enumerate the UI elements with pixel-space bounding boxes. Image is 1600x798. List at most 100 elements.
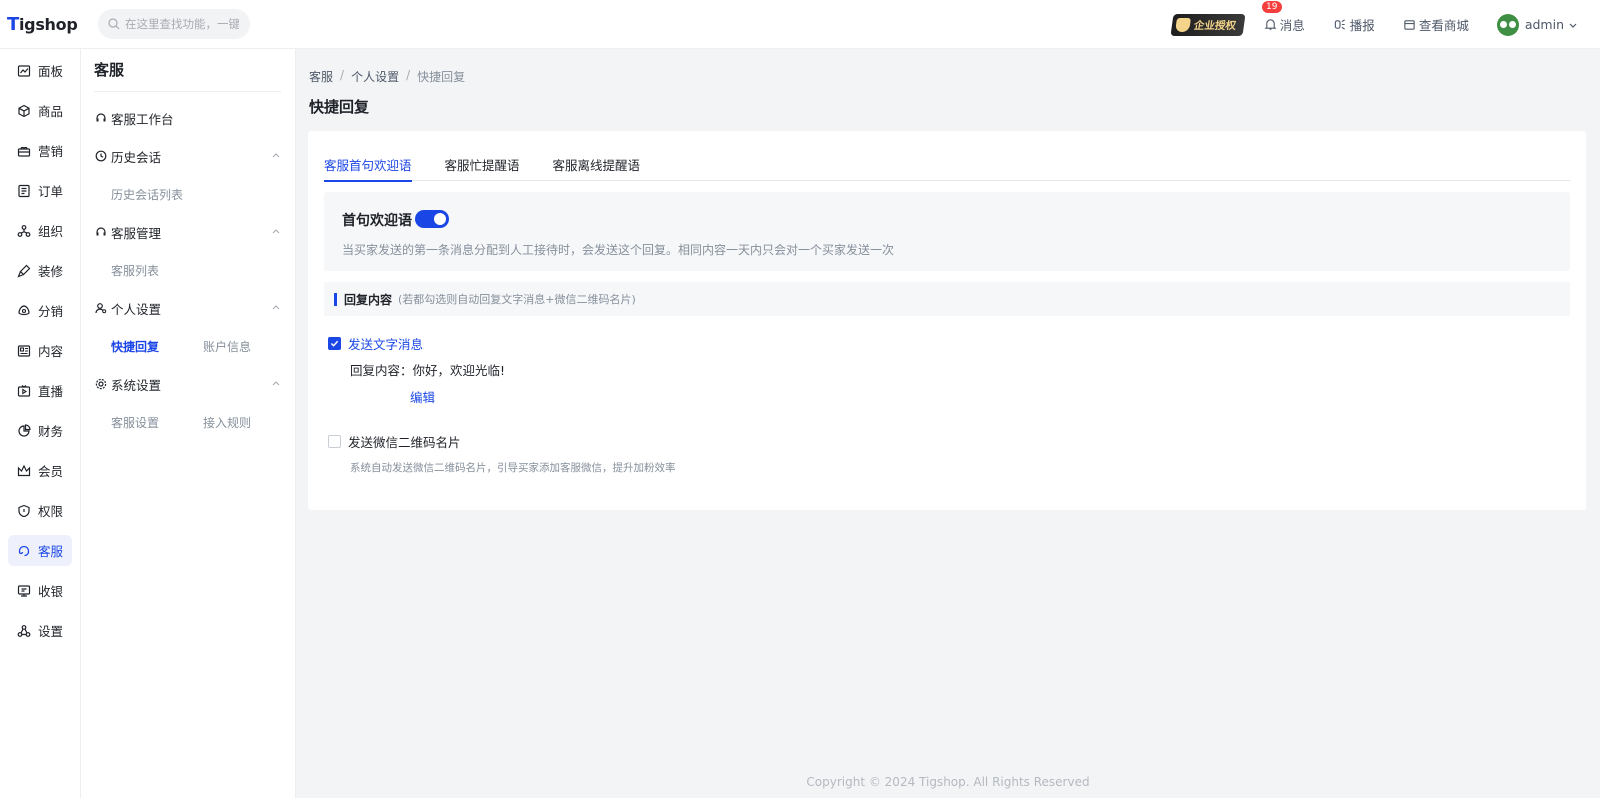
rail-item-4[interactable]: 组织 — [8, 215, 72, 246]
user-menu[interactable]: admin — [1496, 13, 1578, 36]
submenu-history[interactable]: 历史会话 — [81, 137, 295, 175]
clock-icon — [95, 150, 107, 162]
bell-icon — [1264, 19, 1277, 30]
search-box[interactable] — [98, 9, 250, 39]
rail-item-1[interactable]: 商品 — [8, 95, 72, 126]
welcome-toggle[interactable] — [415, 210, 449, 228]
rail-item-8[interactable]: 直播 — [8, 375, 72, 406]
primary-nav: 面板商品营销订单组织装修分销内容直播财务会员权限客服收银设置 — [0, 49, 81, 798]
edit-reply-link[interactable]: 编辑 — [410, 387, 435, 406]
submenu-title: 客服 — [94, 59, 281, 92]
rail-item-label: 商品 — [38, 104, 64, 119]
submenu-agent-list[interactable]: 客服列表 — [111, 262, 203, 279]
broadcast-icon — [1334, 19, 1345, 30]
headset-icon — [96, 227, 106, 236]
rail-item-label: 财务 — [38, 424, 64, 439]
search-icon — [108, 18, 120, 30]
breadcrumb-item-current: 快捷回复 — [417, 70, 466, 84]
copyright: Copyright © 2024 Tigshop. All Rights Res… — [806, 775, 1090, 789]
rail-item-9[interactable]: 财务 — [8, 415, 72, 446]
send-wechat-label: 发送微信二维码名片 — [348, 435, 461, 450]
reply-content-value: 你好，欢迎光临! — [412, 363, 506, 378]
main-content: 客服 / 个人设置 / 快捷回复 快捷回复 客服首句欢迎语 客服忙提醒语 客服离… — [296, 49, 1600, 798]
settings-icon — [17, 624, 31, 637]
submenu-personal[interactable]: 个人设置 — [81, 289, 295, 327]
submenu-workbench-label: 客服工作台 — [111, 111, 174, 127]
messages-label: 消息 — [1279, 18, 1305, 33]
reply-content-label: 回复内容： — [350, 363, 413, 378]
broadcast-label: 播报 — [1349, 18, 1375, 33]
submenu-history-label: 历史会话 — [111, 149, 162, 165]
auth-badge-label: 企业授权 — [1192, 19, 1237, 31]
rail-item-12[interactable]: 客服 — [8, 535, 72, 566]
rail-item-3[interactable]: 订单 — [8, 175, 72, 206]
submenu-personal-label: 个人设置 — [111, 301, 162, 317]
submenu-system[interactable]: 系统设置 — [81, 365, 295, 403]
submenu-system-label: 系统设置 — [111, 377, 162, 393]
order-icon — [18, 184, 30, 197]
rail-item-2[interactable]: 营销 — [8, 135, 72, 166]
content-icon — [17, 344, 31, 357]
share-icon — [18, 304, 30, 315]
chevron-up-icon — [272, 229, 280, 234]
section-title: 回复内容 — [344, 292, 393, 307]
send-text-option[interactable]: 发送文字消息 — [328, 334, 423, 353]
user-name: admin — [1524, 17, 1564, 32]
submenu-access-rules[interactable]: 接入规则 — [203, 414, 295, 431]
wechat-description: 系统自动发送微信二维码名片，引导买家添加客服微信，提升加粉效率 — [350, 462, 676, 474]
rail-item-label: 订单 — [38, 184, 64, 199]
headset-icon — [96, 113, 106, 122]
breadcrumb-item-service[interactable]: 客服 — [309, 68, 333, 85]
brush-icon — [17, 264, 31, 278]
tab-busy[interactable]: 客服忙提醒语 — [445, 155, 520, 181]
messages-button[interactable]: 19 消息 — [1261, 1, 1305, 34]
send-wechat-option[interactable]: 发送微信二维码名片 — [328, 432, 461, 451]
pie-icon — [18, 423, 31, 437]
rail-item-label: 收银 — [38, 584, 64, 599]
submenu-quick-reply[interactable]: 快捷回复 — [111, 338, 203, 355]
brand-logo[interactable]: Tigshop — [0, 14, 82, 35]
submenu-manage[interactable]: 客服管理 — [81, 213, 295, 251]
chart-line-icon — [17, 64, 31, 77]
reply-content-header: 回复内容 (若都勾选则自动回复文字消息+微信二维码名片) — [324, 282, 1570, 316]
submenu-account-info[interactable]: 账户信息 — [203, 338, 295, 355]
enterprise-auth-badge[interactable]: 企业授权 — [1170, 13, 1246, 36]
section-hint: (若都勾选则自动回复文字消息+微信二维码名片) — [398, 293, 636, 306]
store-icon — [1404, 20, 1415, 30]
rail-item-7[interactable]: 内容 — [8, 335, 72, 366]
breadcrumb-item-personal[interactable]: 个人设置 — [351, 68, 399, 85]
rail-item-13[interactable]: 收银 — [8, 575, 72, 606]
chevron-down-icon — [1569, 23, 1577, 28]
rail-item-label: 装修 — [38, 264, 64, 279]
rail-item-0[interactable]: 面板 — [8, 55, 72, 86]
shield-icon — [18, 504, 30, 517]
store-label: 查看商城 — [1418, 18, 1469, 33]
submenu-manage-label: 客服管理 — [111, 225, 162, 241]
view-store-button[interactable]: 查看商城 — [1403, 15, 1469, 34]
logo-letter: T — [7, 13, 19, 35]
send-wechat-checkbox[interactable] — [328, 435, 341, 448]
rail-item-11[interactable]: 权限 — [8, 495, 72, 526]
rail-item-14[interactable]: 设置 — [8, 615, 72, 646]
top-bar: Tigshop 企业授权 19 消息 播报 查看商城 admin — [0, 0, 1600, 49]
breadcrumb: 客服 / 个人设置 / 快捷回复 — [309, 68, 465, 85]
tab-offline[interactable]: 客服离线提醒语 — [553, 155, 641, 181]
tab-welcome[interactable]: 客服首句欢迎语 — [324, 155, 412, 182]
rail-item-5[interactable]: 装修 — [8, 255, 72, 286]
cashier-icon — [17, 584, 31, 597]
submenu-workbench[interactable]: 客服工作台 — [81, 99, 295, 137]
submenu-history-list[interactable]: 历史会话列表 — [111, 186, 203, 203]
broadcast-button[interactable]: 播报 — [1333, 15, 1375, 34]
send-text-checkbox[interactable] — [328, 337, 341, 350]
rail-item-10[interactable]: 会员 — [8, 455, 72, 486]
chevron-up-icon — [272, 381, 280, 386]
headset-icon — [18, 545, 30, 556]
gift-icon — [17, 146, 31, 157]
submenu-service-settings[interactable]: 客服设置 — [111, 414, 203, 431]
shield-badge-icon — [1174, 17, 1191, 32]
rail-item-6[interactable]: 分销 — [8, 295, 72, 326]
rail-item-label: 组织 — [38, 224, 64, 239]
search-input[interactable] — [125, 17, 239, 31]
breadcrumb-separator: / — [406, 68, 411, 82]
rail-item-label: 内容 — [38, 344, 64, 359]
